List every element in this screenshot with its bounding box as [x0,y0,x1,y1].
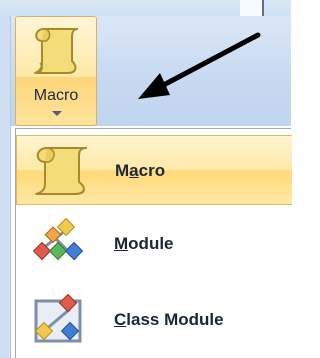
window-divider [262,0,264,16]
menu-item-label: Macro [115,161,166,180]
menu-item-macro[interactable]: Macro [16,135,292,205]
macro-dropdown-menu: Macro Module Class Module [15,128,292,358]
title-strip [0,0,291,17]
module-icon [32,217,84,261]
ribbon-left-edge [0,16,11,358]
class-module-icon [34,293,82,343]
chevron-down-icon[interactable] [52,111,62,116]
menu-item-label: Module [114,234,174,253]
menu-item-label: Class Module [114,310,224,329]
window-gap [240,0,262,16]
macro-scroll-icon [35,147,88,195]
macro-scroll-icon [34,28,79,74]
macro-button-label: Macro [33,87,79,104]
arrow-pointer-icon [138,32,261,99]
macro-ribbon-button[interactable]: Macro [15,16,97,126]
menu-item-module[interactable]: Module [16,209,292,279]
menu-item-class-module[interactable]: Class Module [16,285,292,355]
